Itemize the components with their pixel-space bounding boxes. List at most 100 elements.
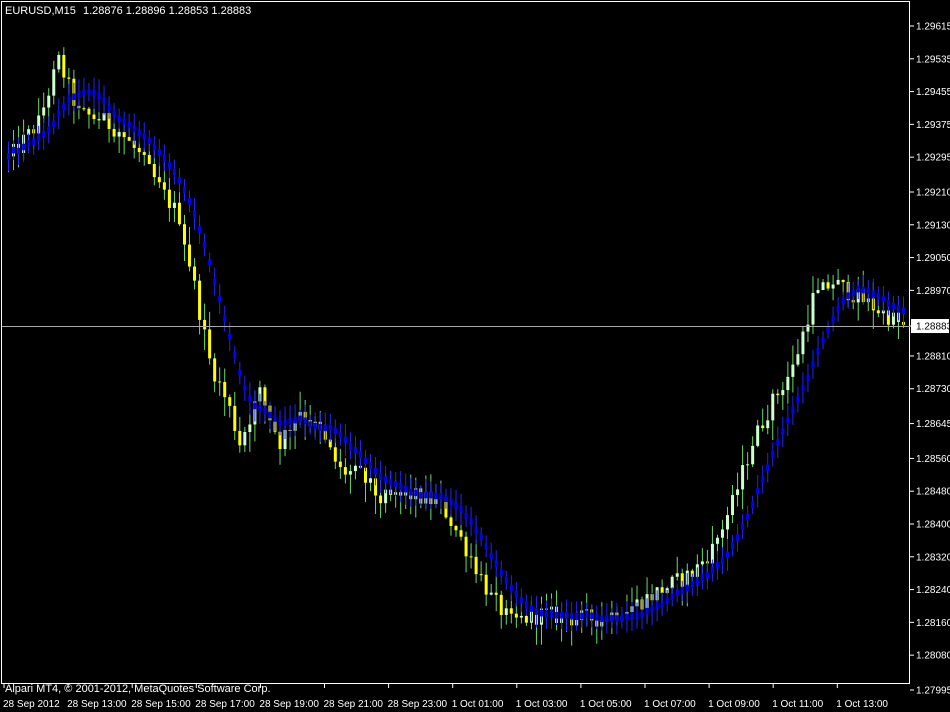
- indicator-bar: [841, 297, 845, 305]
- bear-candle-body: [514, 613, 518, 618]
- indicator-bar: [675, 589, 679, 597]
- bear-candle-body: [193, 266, 197, 281]
- indicator-bar: [107, 104, 111, 111]
- indicator-bar: [620, 614, 624, 622]
- bear-candle-body: [167, 189, 171, 208]
- bear-candle-body: [218, 381, 222, 383]
- indicator-bar: [177, 177, 181, 184]
- indicator-bar: [32, 138, 36, 146]
- bull-candle-body: [821, 282, 825, 291]
- indicator-bar: [575, 612, 579, 620]
- indicator-bar: [736, 534, 740, 541]
- indicator-bar: [228, 333, 232, 340]
- indicator-bar: [188, 198, 192, 205]
- indicator-bar: [670, 593, 674, 600]
- indicator-bar: [434, 492, 438, 500]
- indicator-bar: [263, 407, 267, 415]
- indicator-bar: [82, 88, 86, 96]
- chart-window[interactable]: EURUSD,M15 1.28876 1.28896 1.28853 1.288…: [0, 0, 950, 712]
- indicator-bar: [866, 287, 870, 295]
- indicator-bar: [534, 608, 538, 615]
- bear-candle-body: [208, 329, 212, 359]
- indicator-bar: [127, 121, 131, 129]
- bull-candle-body: [766, 420, 770, 429]
- indicator-bar: [308, 421, 312, 428]
- indicator-bar: [484, 543, 488, 550]
- indicator-bar: [690, 581, 694, 589]
- bear-candle-body: [97, 119, 101, 121]
- indicator-bar: [886, 300, 890, 307]
- indicator-bar: [650, 605, 654, 613]
- bear-candle-body: [67, 77, 71, 79]
- indicator-bar: [298, 415, 302, 423]
- bull-candle-body: [786, 376, 790, 391]
- bull-candle-body: [811, 293, 815, 325]
- indicator-bar: [645, 607, 649, 615]
- indicator-bar: [363, 457, 367, 465]
- time-tick-label: 1 Oct 05:00: [580, 699, 632, 710]
- indicator-bar: [826, 326, 830, 333]
- indicator-bar: [524, 601, 528, 609]
- indicator-bar: [846, 292, 850, 299]
- bear-candle-body: [338, 461, 342, 468]
- bull-candle-body: [700, 561, 704, 565]
- indicator-bar: [444, 495, 448, 503]
- price-axis[interactable]: 1.29615 1.29535 1.29455 1.29375 1.29295 1.292…: [910, 22, 950, 697]
- indicator-bar: [635, 612, 639, 619]
- indicator-bar: [861, 286, 865, 294]
- indicator-bar: [700, 574, 704, 582]
- bull-candle-body: [781, 390, 785, 396]
- bull-candle-body: [504, 608, 508, 615]
- bear-candle-body: [92, 114, 96, 120]
- indicator-bar: [77, 91, 81, 98]
- indicator-bar: [374, 467, 378, 475]
- symbol-label: EURUSD,M15: [5, 5, 76, 17]
- indicator-bar: [836, 306, 840, 313]
- bear-candle-body: [660, 587, 664, 594]
- indicator-bar: [665, 597, 669, 605]
- indicator-bar: [726, 551, 730, 559]
- bull-candle-body: [720, 529, 724, 538]
- bear-candle-body: [112, 128, 116, 137]
- indicator-bar: [389, 479, 393, 486]
- indicator-bar: [891, 303, 895, 310]
- indicator-bar: [786, 417, 790, 424]
- bear-candle-body: [198, 280, 202, 320]
- indicator-bar: [42, 130, 46, 138]
- indicator-bar: [705, 572, 709, 579]
- indicator-bar: [92, 89, 96, 97]
- price-chart[interactable]: EURUSD,M15 1.28876 1.28896 1.28853 1.288…: [0, 0, 950, 712]
- indicator-bar: [851, 289, 855, 297]
- indicator-bar: [529, 605, 533, 612]
- bull-candle-body: [243, 432, 247, 446]
- indicator-bar: [268, 411, 272, 419]
- indicator-bar: [22, 143, 26, 151]
- indicator-bar: [162, 154, 166, 162]
- bull-candle-body: [731, 494, 735, 516]
- indicator-bar: [72, 93, 76, 101]
- bear-candle-body: [228, 397, 232, 406]
- bear-candle-body: [203, 319, 207, 330]
- indicator-bar: [142, 133, 146, 140]
- indicator-bar: [746, 513, 750, 520]
- bear-candle-body: [761, 425, 765, 429]
- indicator-bar: [122, 118, 126, 126]
- bear-candle-body: [188, 244, 192, 267]
- indicator-bar: [243, 384, 247, 392]
- bear-candle-body: [238, 430, 242, 446]
- time-tick-label: 1 Oct 07:00: [644, 699, 696, 710]
- bull-candle-body: [248, 424, 252, 433]
- indicator-bar: [112, 110, 116, 117]
- bear-candle-body: [509, 608, 513, 614]
- price-tick-label: 1.29050: [916, 253, 950, 264]
- indicator-bar: [278, 419, 282, 427]
- indicator-bar: [590, 612, 594, 619]
- indicator-bar: [801, 384, 805, 392]
- bull-candle-body: [47, 95, 51, 108]
- indicator-bar: [806, 374, 810, 382]
- indicator-bar: [509, 584, 513, 592]
- bear-candle-body: [469, 556, 473, 558]
- indicator-bar: [52, 120, 56, 128]
- indicator-bar: [102, 96, 106, 104]
- indicator-bar: [203, 241, 207, 249]
